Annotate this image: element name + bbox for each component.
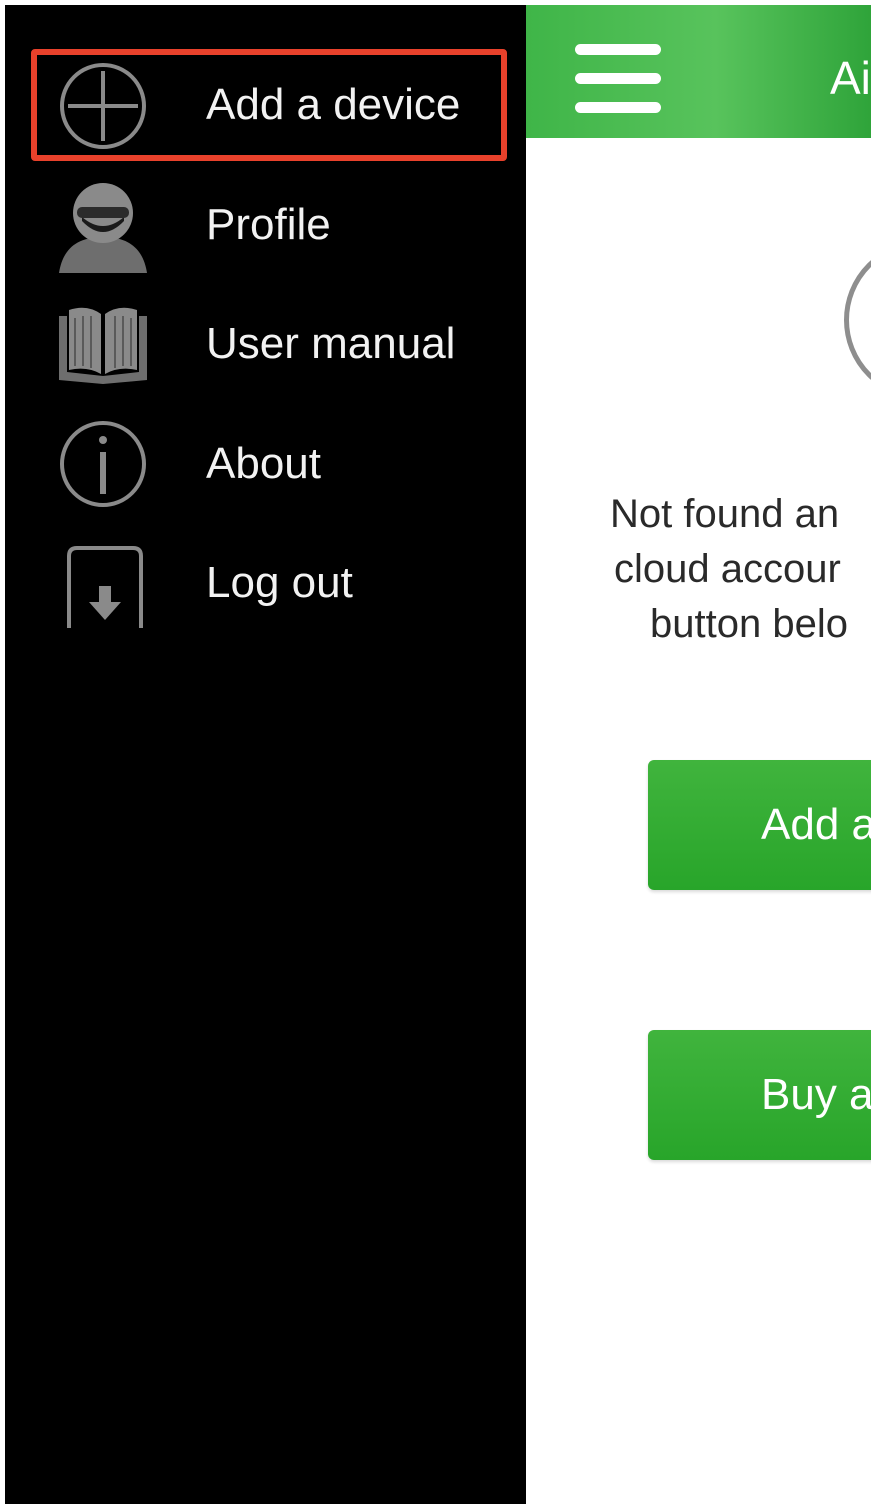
circle-icon (844, 240, 871, 400)
message-line: button belo (650, 602, 848, 646)
button-label: Buy a (761, 1070, 871, 1119)
menu-label: About (206, 439, 321, 488)
menu-item-about[interactable]: About (5, 409, 526, 519)
menu-item-add-device[interactable]: Add a device (5, 50, 526, 160)
hamburger-icon[interactable] (575, 41, 663, 113)
buy-device-button[interactable]: Buy a (648, 1030, 871, 1160)
app-screen: Add a device Profile User manual About L… (0, 0, 871, 1504)
main-panel: Ai Not found an cloud accour button belo… (526, 5, 871, 1504)
menu-label: Profile (206, 200, 331, 249)
user-icon (55, 177, 151, 273)
menu-label: User manual (206, 319, 456, 368)
side-drawer: Add a device Profile User manual About L… (5, 5, 526, 1504)
button-label: Add a (761, 800, 871, 849)
message-line: Not found an (610, 492, 840, 536)
book-icon (55, 296, 151, 392)
empty-state-message: Not found an cloud accour button belo (610, 487, 871, 652)
logout-icon (55, 536, 151, 632)
menu-item-user-manual[interactable]: User manual (5, 289, 526, 399)
menu-label: Log out (206, 558, 353, 607)
plus-circle-icon (55, 58, 151, 154)
menu-item-profile[interactable]: Profile (5, 170, 526, 280)
info-icon (55, 416, 151, 512)
menu-item-log-out[interactable]: Log out (5, 528, 526, 638)
add-device-button[interactable]: Add a (648, 760, 871, 890)
page-title: Ai (830, 52, 871, 104)
menu-label: Add a device (206, 80, 461, 129)
message-line: cloud accour (614, 547, 841, 591)
top-bar: Ai (526, 5, 871, 138)
